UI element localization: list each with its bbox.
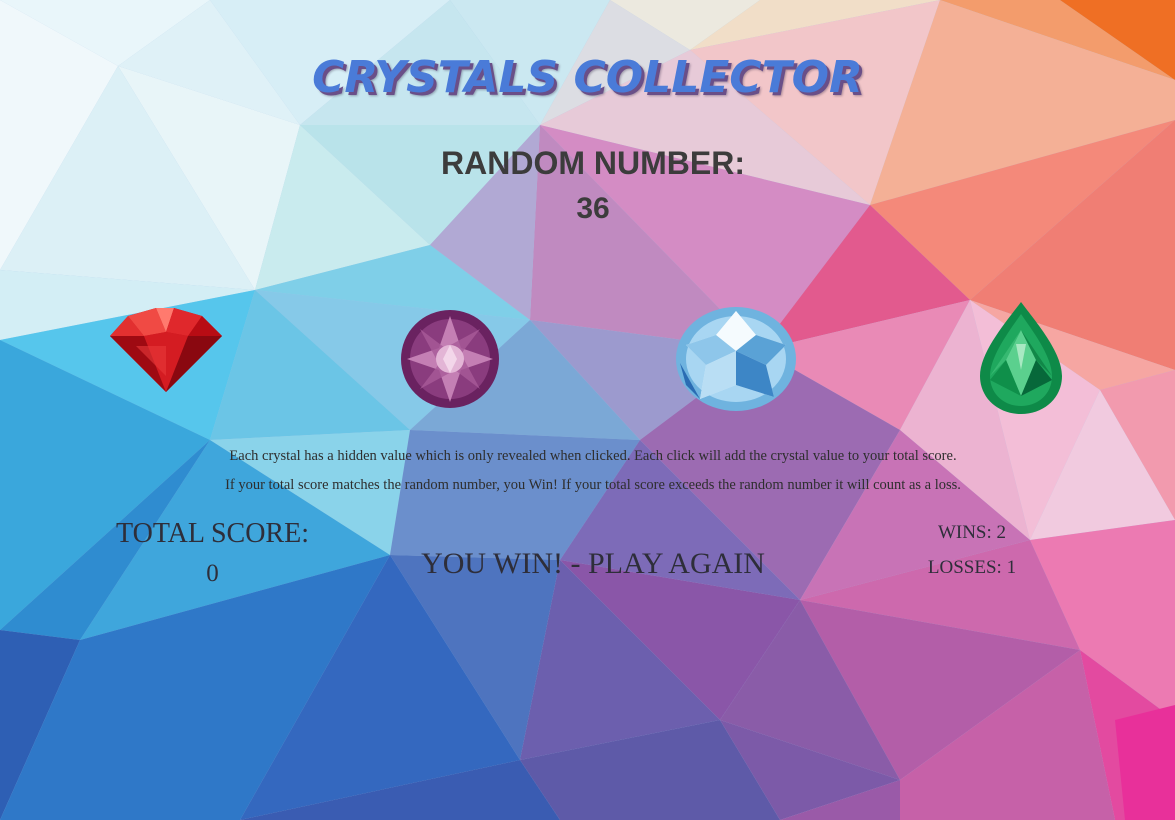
page-title: CRYSTALS COLLECTOR (312, 52, 863, 103)
game-container: CRYSTALS COLLECTOR RANDOM NUMBER: 36 Eac… (0, 0, 1175, 820)
total-score-value: 0 (206, 560, 219, 587)
purple-gem-icon (401, 310, 499, 408)
instructions: Each crystal has a hidden value which is… (0, 442, 1175, 500)
play-again-message[interactable]: YOU WIN! - PLAY AGAIN (393, 547, 793, 581)
green-gem-icon (980, 302, 1062, 414)
blue-crystal-button[interactable] (674, 305, 798, 413)
total-score-label: TOTAL SCORE: (116, 518, 309, 549)
losses-counter: LOSSES: 1 (927, 557, 1017, 578)
purple-crystal-button[interactable] (399, 308, 501, 410)
green-crystal-button[interactable] (976, 300, 1066, 416)
instructions-line-2: If your total score matches the random n… (225, 477, 961, 493)
blue-gem-icon (676, 307, 796, 411)
random-number-value: 36 (576, 192, 610, 225)
instructions-line-1: Each crystal has a hidden value which is… (229, 448, 957, 464)
red-crystal-button[interactable] (106, 306, 224, 394)
random-number-label: RANDOM NUMBER: (441, 145, 745, 181)
red-gem-icon (110, 308, 222, 392)
wins-counter: WINS: 2 (937, 522, 1007, 543)
